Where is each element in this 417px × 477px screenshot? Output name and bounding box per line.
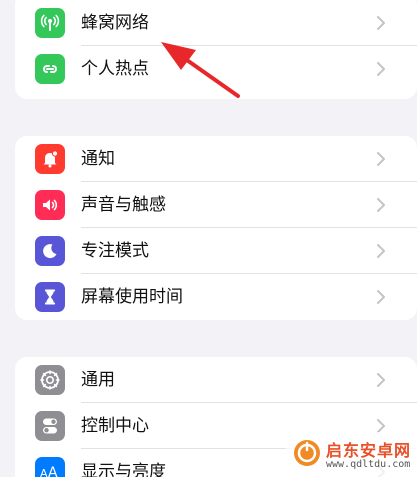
svg-text:A: A [40, 467, 48, 477]
notification-bell-icon [35, 144, 65, 174]
settings-row-label: 屏幕使用时间 [81, 287, 183, 307]
hourglass-icon [35, 282, 65, 312]
settings-row-general[interactable]: 通用 [15, 357, 417, 403]
watermark-title: 启东安卓网 [326, 441, 412, 460]
settings-row-cellular[interactable]: 蜂窝网络 [15, 0, 417, 46]
settings-group-network: 蜂窝网络 个人热点 [15, 0, 417, 99]
watermark-logo-icon [294, 440, 320, 466]
watermark: 启东安卓网 www.qdltdu.com [286, 432, 417, 477]
settings-row-label: 蜂窝网络 [81, 13, 149, 33]
settings-row-label: 通用 [81, 370, 115, 390]
settings-group-notifications: 通知 声音与触感 专注模式 屏幕使用时间 [15, 136, 417, 320]
settings-row-label: 控制中心 [81, 416, 149, 436]
gear-icon [35, 365, 65, 395]
settings-row-label: 个人热点 [81, 59, 149, 79]
settings-row-label: 通知 [81, 149, 115, 169]
settings-row-label: 专注模式 [81, 241, 149, 261]
chevron-right-icon [377, 419, 385, 433]
settings-row-screen-time[interactable]: 屏幕使用时间 [15, 274, 417, 320]
chevron-right-icon [377, 198, 385, 212]
chevron-right-icon [377, 373, 385, 387]
chevron-right-icon [377, 16, 385, 30]
moon-icon [35, 236, 65, 266]
speaker-icon [35, 190, 65, 220]
chevron-right-icon [377, 152, 385, 166]
chevron-right-icon [377, 290, 385, 304]
hotspot-icon [35, 54, 65, 84]
chevron-right-icon [377, 62, 385, 76]
settings-screen: 蜂窝网络 个人热点 通知 声音与触感 专注模式 屏幕使用时间 通用 控制中心 A… [0, 0, 417, 477]
settings-row-label: 显示与亮度 [81, 462, 166, 477]
svg-text:A: A [48, 465, 58, 477]
settings-row-focus[interactable]: 专注模式 [15, 228, 417, 274]
cellular-icon [35, 8, 65, 38]
watermark-url: www.qdltdu.com [326, 459, 411, 470]
settings-row-label: 声音与触感 [81, 195, 166, 215]
settings-row-sounds[interactable]: 声音与触感 [15, 182, 417, 228]
text-size-icon: A A [35, 457, 65, 477]
toggles-icon [35, 411, 65, 441]
chevron-right-icon [377, 244, 385, 258]
settings-row-notifications[interactable]: 通知 [15, 136, 417, 182]
settings-row-hotspot[interactable]: 个人热点 [15, 46, 417, 92]
